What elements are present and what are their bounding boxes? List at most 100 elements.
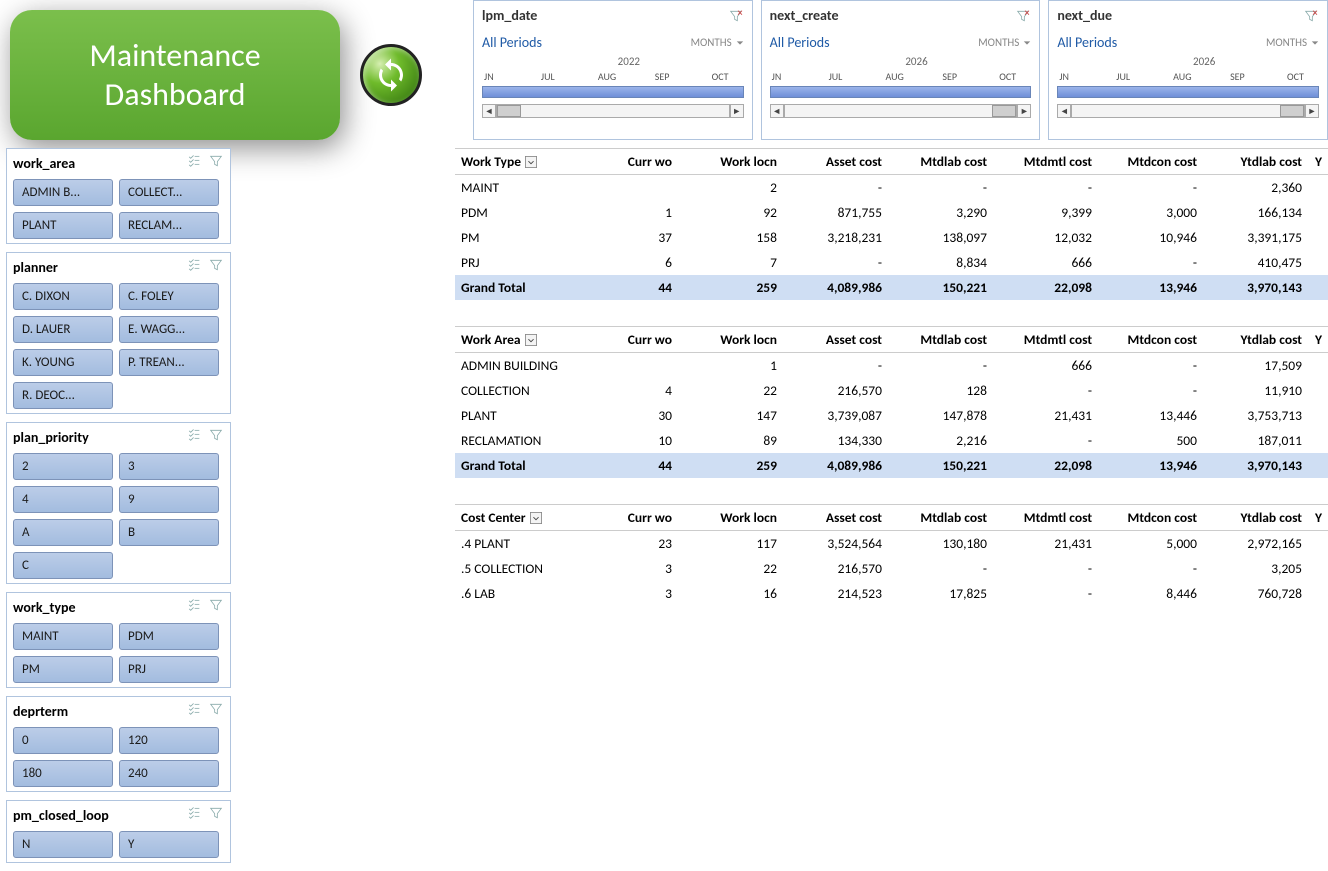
slicer-item[interactable]: P. TREAN...	[119, 349, 219, 376]
cell: 128	[888, 378, 993, 403]
clear-filter-button[interactable]	[208, 427, 224, 447]
timeline-range-bar[interactable]	[482, 86, 744, 98]
slicer-item[interactable]: PDM	[119, 623, 219, 650]
cell: 3,000	[1098, 200, 1203, 225]
timeline-periods[interactable]: All Periods	[770, 34, 830, 51]
scroll-thumb[interactable]	[992, 105, 1016, 117]
scroll-thumb[interactable]	[497, 105, 521, 117]
slicer-item[interactable]: 120	[119, 727, 219, 754]
scroll-left-icon[interactable]: ◄	[770, 104, 784, 118]
cell	[1308, 175, 1328, 201]
timeline-lpm_date[interactable]: lpm_date All Periods MONTHS 2022 JNJULAU…	[473, 0, 753, 140]
slicer-item[interactable]: 0	[13, 727, 113, 754]
clear-filter-button[interactable]	[208, 597, 224, 617]
cell: 8,446	[1098, 581, 1203, 606]
timeline-month-label: JUL	[541, 70, 571, 83]
slicer-title: deprterm	[13, 703, 68, 720]
slicer-item[interactable]: 180	[13, 760, 113, 787]
multiselect-button[interactable]	[186, 701, 202, 721]
slicer-item[interactable]: C. DIXON	[13, 283, 113, 310]
slicer-work_type: work_type MAINTPDMPMPRJ	[6, 592, 231, 688]
slicer-item[interactable]: 2	[13, 453, 113, 480]
slicer-item[interactable]: K. YOUNG	[13, 349, 113, 376]
timeline-scrollbar[interactable]: ◄ ►	[482, 104, 744, 118]
slicer-item[interactable]: C	[13, 552, 113, 579]
pivot-header[interactable]: Cost Center	[461, 509, 526, 526]
timeline-periods[interactable]: All Periods	[1057, 34, 1117, 51]
slicer-item[interactable]: 240	[119, 760, 219, 787]
slicer-item[interactable]: D. LAUER	[13, 316, 113, 343]
slicer-item[interactable]: C. FOLEY	[119, 283, 219, 310]
multiselect-button[interactable]	[186, 805, 202, 825]
timeline-month-label: JN	[484, 70, 514, 83]
cell: -	[783, 353, 888, 379]
slicer-item[interactable]: R. DEOC...	[13, 382, 113, 409]
dropdown-icon	[525, 156, 537, 168]
scroll-left-icon[interactable]: ◄	[482, 104, 496, 118]
slicer-item[interactable]: COLLECT...	[119, 179, 219, 206]
timeline-month-label: JN	[772, 70, 802, 83]
slicer-item[interactable]: 3	[119, 453, 219, 480]
slicer-item[interactable]: B	[119, 519, 219, 546]
cell: 6	[573, 250, 678, 275]
pivot-column-header: Mtdlab cost	[888, 505, 993, 531]
cell: 3,753,713	[1203, 403, 1308, 428]
slicer-work_area: work_area ADMIN B...COLLECT...PLANTRECLA…	[6, 148, 231, 244]
clear-filter-button[interactable]	[208, 805, 224, 825]
timeline-periods[interactable]: All Periods	[482, 34, 542, 51]
scroll-thumb[interactable]	[1280, 105, 1304, 117]
slicer-item[interactable]: A	[13, 519, 113, 546]
cell	[1308, 200, 1328, 225]
cell	[1308, 428, 1328, 453]
slicer-item[interactable]: E. WAGG...	[119, 316, 219, 343]
cell: 8,834	[888, 250, 993, 275]
multiselect-button[interactable]	[186, 153, 202, 173]
multiselect-button[interactable]	[186, 427, 202, 447]
slicer-item[interactable]: ADMIN B...	[13, 179, 113, 206]
slicer-item[interactable]: 4	[13, 486, 113, 513]
scroll-right-icon[interactable]: ►	[1017, 104, 1031, 118]
timeline-range-bar[interactable]	[770, 86, 1032, 98]
timeline-next_due[interactable]: next_due All Periods MONTHS 2026 JNJULAU…	[1048, 0, 1328, 140]
timeline-scrollbar[interactable]: ◄ ►	[1057, 104, 1319, 118]
slicer-item[interactable]: 9	[119, 486, 219, 513]
refresh-icon[interactable]	[360, 44, 422, 106]
cell: 10,946	[1098, 225, 1203, 250]
timeline-grain[interactable]: MONTHS	[1266, 36, 1319, 49]
timeline-grain[interactable]: MONTHS	[978, 36, 1031, 49]
timeline-title: next_create	[770, 7, 839, 24]
slicer-item[interactable]: RECLAM...	[119, 212, 219, 239]
table-row: PDM192871,7553,2909,3993,000166,134	[455, 200, 1328, 225]
cell: -	[993, 175, 1098, 201]
pivot-column-header: Mtdmtl cost	[993, 505, 1098, 531]
multiselect-button[interactable]	[186, 597, 202, 617]
slicer-item[interactable]: PLANT	[13, 212, 113, 239]
dashboard-title: Maintenance Dashboard	[10, 10, 340, 140]
scroll-left-icon[interactable]: ◄	[1057, 104, 1071, 118]
slicer-item[interactable]: MAINT	[13, 623, 113, 650]
clear-filter-button[interactable]	[208, 153, 224, 173]
timeline-range-bar[interactable]	[1057, 86, 1319, 98]
timeline-month-label: AUG	[1173, 70, 1203, 83]
cell	[1308, 353, 1328, 379]
pivot-column-header: Mtdmtl cost	[993, 149, 1098, 175]
timeline-next_create[interactable]: next_create All Periods MONTHS 2026 JNJU…	[761, 0, 1041, 140]
timeline-scrollbar[interactable]: ◄ ►	[770, 104, 1032, 118]
slicer-item[interactable]: N	[13, 831, 113, 858]
cell: 3,739,087	[783, 403, 888, 428]
timeline-month-label: OCT	[1287, 70, 1317, 83]
scroll-right-icon[interactable]: ►	[1305, 104, 1319, 118]
row-label: PLANT	[455, 403, 573, 428]
slicer-item[interactable]: Y	[119, 831, 219, 858]
scroll-right-icon[interactable]: ►	[730, 104, 744, 118]
pivot-column-header: Asset cost	[783, 505, 888, 531]
timeline-grain[interactable]: MONTHS	[691, 36, 744, 49]
pivot-column-header: Y	[1308, 149, 1328, 175]
pivot-header[interactable]: Work Area	[461, 331, 521, 348]
pivot-header[interactable]: Work Type	[461, 153, 521, 170]
timeline-month-label: SEP	[1230, 70, 1260, 83]
cell: -	[993, 581, 1098, 606]
clear-filter-button[interactable]	[208, 701, 224, 721]
clear-filter-button[interactable]	[208, 257, 224, 277]
multiselect-button[interactable]	[186, 257, 202, 277]
